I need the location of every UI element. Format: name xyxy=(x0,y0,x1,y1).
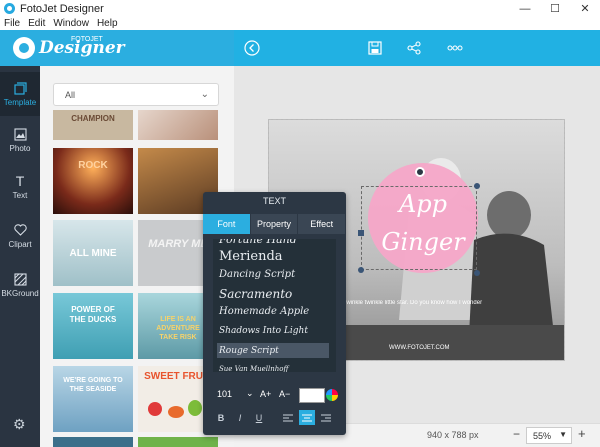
tab-property[interactable]: Property xyxy=(250,214,299,234)
font-item[interactable]: Fortune Hand xyxy=(217,239,329,247)
menu-help[interactable]: Help xyxy=(97,18,118,29)
selection-box[interactable] xyxy=(361,186,477,270)
zoom-in-button[interactable]: + xyxy=(578,426,586,441)
font-item[interactable]: Dancing Script xyxy=(217,267,329,282)
menu-file[interactable]: File xyxy=(4,18,20,29)
rail-item-clipart[interactable]: Clipart xyxy=(0,214,40,258)
template-thumbnail[interactable] xyxy=(53,437,133,447)
menu-bar: File Edit Window Help xyxy=(0,17,600,30)
zoom-out-button[interactable]: − xyxy=(513,427,520,441)
back-icon[interactable] xyxy=(243,39,261,57)
maximize-button[interactable]: ☐ xyxy=(540,0,570,17)
underline-button[interactable]: U xyxy=(251,410,267,425)
canvas-caption[interactable]: Twinkle twinkle little star. Do you know… xyxy=(343,300,564,306)
rail-item-label: Template xyxy=(3,98,37,107)
menu-edit[interactable]: Edit xyxy=(28,18,45,29)
template-thumbnail[interactable] xyxy=(138,110,218,140)
template-thumbnail[interactable]: POWER OF THE DUCKS xyxy=(53,293,133,359)
tab-effect[interactable]: Effect xyxy=(298,214,347,234)
more-icon[interactable] xyxy=(446,39,464,57)
resize-handle[interactable] xyxy=(474,183,480,189)
align-left-icon[interactable] xyxy=(280,410,296,425)
thumbnail-text: ALL MINE xyxy=(69,248,117,259)
resize-handle[interactable] xyxy=(358,230,364,236)
resize-handle[interactable] xyxy=(474,270,480,276)
text-icon: T xyxy=(15,173,25,189)
app-header: Designer FOTOJET xyxy=(0,30,600,66)
gear-icon[interactable]: ⚙ xyxy=(13,416,26,433)
fruit-shape xyxy=(148,402,162,416)
color-palette-icon[interactable] xyxy=(326,389,338,401)
template-thumbnail[interactable] xyxy=(138,437,218,447)
window-title: FotoJet Designer xyxy=(20,2,104,15)
window-controls: — ☐ ✕ xyxy=(510,0,600,17)
rail-item-template[interactable]: Template xyxy=(0,72,40,116)
menu-window[interactable]: Window xyxy=(53,18,89,29)
rail-item-text[interactable]: T Text xyxy=(0,165,40,209)
zoom-value: 55% xyxy=(533,430,552,441)
font-item[interactable]: Homemade Apple xyxy=(217,304,329,319)
rotate-handle[interactable] xyxy=(415,167,425,177)
align-center-icon[interactable] xyxy=(299,410,315,425)
rail-item-bkground[interactable]: BKGround xyxy=(0,263,40,307)
align-right-icon[interactable] xyxy=(318,410,334,425)
text-size-row: 101 ⌄ A+ A− xyxy=(213,388,338,403)
increase-size-button[interactable]: A+ xyxy=(260,389,271,399)
rail-item-label: BKGround xyxy=(1,289,39,298)
fruit-shape xyxy=(168,406,184,418)
template-thumbnail[interactable]: ALL MINE xyxy=(53,220,133,286)
heart-icon xyxy=(13,223,27,237)
rail-item-label: Text xyxy=(12,191,28,200)
zoom-select[interactable]: 55% ▼ xyxy=(526,427,572,444)
thumbnail-text: WE'RE GOING TO THE SEASIDE xyxy=(63,377,123,393)
text-panel-title: TEXT xyxy=(262,196,286,206)
rail-item-label: Clipart xyxy=(8,240,32,249)
font-item[interactable]: Merienda xyxy=(217,249,329,264)
photo-icon xyxy=(13,127,27,141)
fruit-shape xyxy=(188,400,202,416)
template-icon xyxy=(13,81,27,95)
thumbnail-text: ROCK xyxy=(78,160,108,171)
font-item[interactable]: Sacramento xyxy=(217,286,329,301)
category-dropdown-value: All xyxy=(65,89,76,100)
text-panel-tabs: Font Property Effect xyxy=(203,214,347,234)
italic-button[interactable]: I xyxy=(232,410,248,425)
text-style-row: B I U xyxy=(213,410,338,425)
template-thumbnail[interactable]: CHAMPION xyxy=(53,110,133,140)
close-button[interactable]: ✕ xyxy=(570,0,600,17)
font-size-value[interactable]: 101 xyxy=(217,389,232,399)
chevron-down-icon: ▼ xyxy=(559,430,567,439)
decrease-size-button[interactable]: A− xyxy=(279,389,290,399)
canvas-website[interactable]: WWW.FOTOJET.COM xyxy=(389,345,450,351)
logo-icon xyxy=(13,37,35,59)
category-dropdown[interactable]: All ⌄ xyxy=(53,83,219,106)
app-icon xyxy=(4,3,15,14)
chevron-down-icon: ⌄ xyxy=(200,89,209,100)
background-icon xyxy=(13,272,27,286)
chevron-down-icon[interactable]: ⌄ xyxy=(246,388,254,399)
minimize-button[interactable]: — xyxy=(510,0,540,17)
template-thumbnail[interactable]: WE'RE GOING TO THE SEASIDE xyxy=(53,366,133,432)
window-title-bar: FotoJet Designer — ☐ ✕ xyxy=(0,0,600,17)
save-icon[interactable] xyxy=(366,39,384,57)
font-item-selected[interactable]: Rouge Script xyxy=(217,343,329,358)
text-panel: TEXT Font Property Effect Fortune Hand M… xyxy=(203,192,347,435)
font-item[interactable]: Shadows Into Light xyxy=(217,323,329,338)
resize-handle[interactable] xyxy=(358,267,364,273)
left-rail: Template Photo T Text Clipart BKGround ⚙ xyxy=(0,66,40,447)
text-color-swatch[interactable] xyxy=(299,388,325,403)
rail-item-photo[interactable]: Photo xyxy=(0,118,40,162)
template-thumbnail[interactable]: ROCK xyxy=(53,148,133,214)
brand-area: Designer FOTOJET xyxy=(0,30,234,66)
rail-item-label: Photo xyxy=(9,144,31,153)
thumbnail-text: POWER OF THE DUCKS xyxy=(69,305,117,324)
thumbnail-text: CHAMPION xyxy=(71,114,115,123)
tab-font[interactable]: Font xyxy=(203,214,251,234)
font-list[interactable]: Fortune Hand Merienda Dancing Script Sac… xyxy=(213,239,336,372)
bold-button[interactable]: B xyxy=(213,410,229,425)
canvas-size-label: 940 x 788 px xyxy=(427,430,479,440)
share-icon[interactable] xyxy=(405,39,423,57)
brand-small: FOTOJET xyxy=(71,36,103,43)
font-item[interactable]: Sue Van Muellnhoff xyxy=(217,361,329,373)
